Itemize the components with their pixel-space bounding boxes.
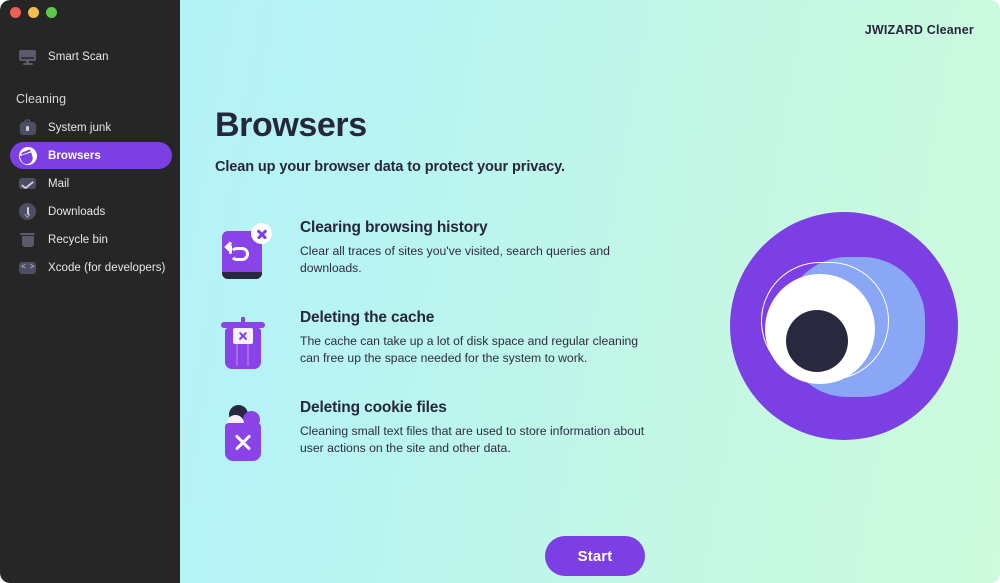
trash-can-x-icon xyxy=(214,309,280,375)
eye-pupil xyxy=(786,310,848,372)
page-title: Browsers xyxy=(215,106,367,144)
sidebar-item-label: Smart Scan xyxy=(48,51,109,63)
monitor-icon xyxy=(18,48,37,67)
feature-title: Deleting cookie files xyxy=(300,399,447,416)
sidebar-nav-list: System junk Browsers Mail Downloads Recy… xyxy=(10,114,172,282)
history-card-x-icon xyxy=(214,219,280,285)
app-window: Smart Scan Cleaning System junk Browsers xyxy=(0,0,1000,583)
sidebar-item-xcode[interactable]: < > Xcode (for developers) xyxy=(10,254,172,281)
feature-title: Deleting the cache xyxy=(300,309,435,326)
sidebar-item-label: Recycle bin xyxy=(48,233,108,246)
close-window-button[interactable] xyxy=(10,7,21,18)
feature-item: Clearing browsing history Clear all trac… xyxy=(214,219,714,293)
globe-icon xyxy=(18,146,37,166)
sidebar-item-label: Mail xyxy=(48,177,70,190)
minimize-window-button[interactable] xyxy=(28,7,39,18)
brand-name: JWIZARD Cleaner xyxy=(864,23,974,37)
envelope-icon xyxy=(18,174,37,193)
page-subtitle: Clean up your browser data to protect yo… xyxy=(215,159,565,175)
maximize-window-button[interactable] xyxy=(46,7,57,18)
window-controls xyxy=(10,7,57,18)
lock-icon xyxy=(18,118,37,137)
code-icon: < > xyxy=(18,258,37,277)
trash-icon xyxy=(18,230,37,249)
sidebar-item-label: System junk xyxy=(48,121,112,134)
sidebar: Smart Scan Cleaning System junk Browsers xyxy=(0,0,180,583)
feature-description: Clear all traces of sites you've visited… xyxy=(300,244,610,275)
sidebar-item-label: Browsers xyxy=(48,149,101,162)
feature-title: Clearing browsing history xyxy=(300,219,488,236)
feature-list: Clearing browsing history Clear all trac… xyxy=(214,215,714,489)
sidebar-item-label: Xcode (for developers) xyxy=(48,261,166,274)
feature-description: The cache can take up a lot of disk spac… xyxy=(300,334,639,365)
sidebar-item-browsers[interactable]: Browsers xyxy=(10,142,172,169)
sidebar-item-label: Downloads xyxy=(48,205,106,218)
sidebar-item-downloads[interactable]: Downloads xyxy=(10,198,172,225)
main-content: JWIZARD Cleaner Browsers Clean up your b… xyxy=(180,0,1000,583)
start-button[interactable]: Start xyxy=(545,536,645,576)
sidebar-item-smart-scan[interactable]: Smart Scan xyxy=(10,44,170,70)
sidebar-top-group: Smart Scan xyxy=(10,44,170,71)
feature-description: Cleaning small text files that are used … xyxy=(300,424,645,455)
sidebar-item-system-junk[interactable]: System junk xyxy=(10,114,172,141)
sidebar-section-title: Cleaning xyxy=(16,92,67,106)
cookie-bin-x-icon xyxy=(214,399,280,465)
download-icon xyxy=(18,202,37,221)
feature-item: Deleting cookie files Cleaning small tex… xyxy=(214,399,714,473)
sidebar-item-recycle-bin[interactable]: Recycle bin xyxy=(10,226,172,253)
sidebar-item-mail[interactable]: Mail xyxy=(10,170,172,197)
feature-item: Deleting the cache The cache can take up… xyxy=(214,309,714,383)
privacy-eye-illustration xyxy=(730,212,958,440)
